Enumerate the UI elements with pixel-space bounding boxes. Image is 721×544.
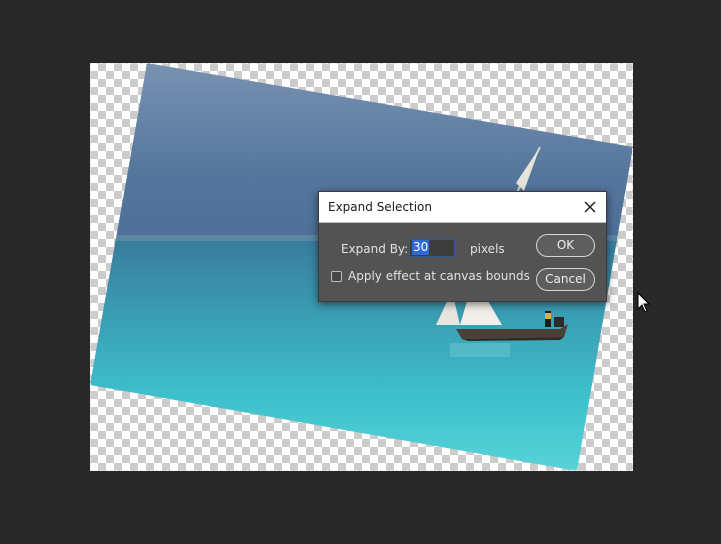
dialog-title: Expand Selection xyxy=(328,200,432,214)
cancel-button[interactable]: Cancel xyxy=(536,268,595,291)
close-icon[interactable] xyxy=(582,199,598,215)
expand-by-label: Expand By: xyxy=(341,242,409,256)
expand-selection-dialog: Expand Selection Expand By: 30 pixels Ap… xyxy=(318,191,607,302)
ok-button[interactable]: OK xyxy=(536,234,595,257)
canvas-bounds-label[interactable]: Apply effect at canvas bounds xyxy=(348,269,530,283)
expand-by-value[interactable]: 30 xyxy=(412,240,430,255)
workspace: Expand Selection Expand By: 30 pixels Ap… xyxy=(0,0,721,544)
canvas-bounds-checkbox[interactable] xyxy=(331,271,342,282)
unit-label: pixels xyxy=(470,242,505,256)
mouse-pointer-icon xyxy=(637,292,651,313)
dialog-titlebar[interactable]: Expand Selection xyxy=(319,192,606,223)
